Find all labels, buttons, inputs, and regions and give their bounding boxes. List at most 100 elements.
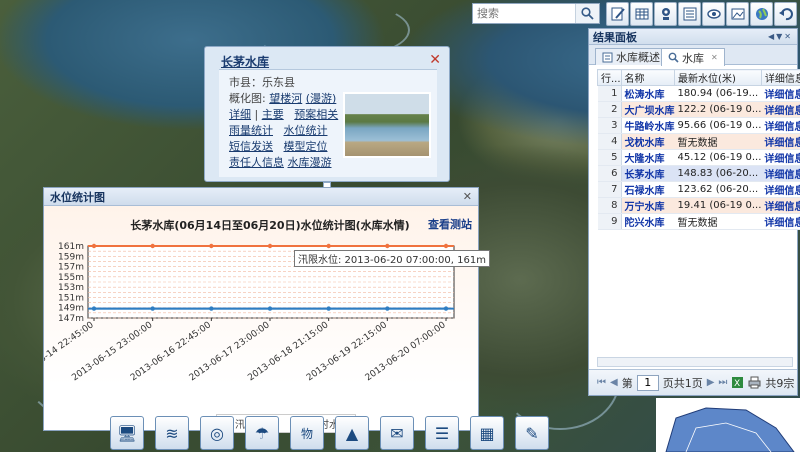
image-icon xyxy=(731,8,744,20)
view-site-link[interactable]: 查看测站 xyxy=(428,216,472,232)
table-row[interactable]: 6长茅水库148.83 (06-20...详细信息 xyxy=(597,165,800,182)
main-link[interactable]: 主要 xyxy=(262,108,284,121)
info-popup-title[interactable]: 长茅水库 xyxy=(221,53,269,70)
reservoir-name-cell[interactable]: 万宁水库 xyxy=(621,197,675,214)
back-button[interactable] xyxy=(774,2,797,26)
water-icon: ≋ xyxy=(165,423,179,443)
table-row[interactable]: 1松涛水库180.94 (06-19...详细信息 xyxy=(597,85,800,102)
gauge-dock-button[interactable]: ◎ xyxy=(200,416,234,450)
roam-link[interactable]: (漫游) xyxy=(306,92,337,105)
detail-link[interactable]: 详细信息 xyxy=(761,117,800,134)
overview-label: 概化图: xyxy=(229,92,266,105)
column-header[interactable]: 行... xyxy=(597,69,622,86)
table-row[interactable]: 8万宁水库19.41 (06-19 0...详细信息 xyxy=(597,197,800,214)
row-index-cell: 6 xyxy=(597,165,622,182)
close-icon[interactable]: ✕ xyxy=(784,32,793,41)
reservoir-roam-link[interactable]: 水库漫游 xyxy=(288,156,332,169)
table-row[interactable]: 2大广坝水库122.2 (06-19 0...详细信息 xyxy=(597,101,800,118)
map-toolbar xyxy=(606,2,797,26)
horizontal-scrollbar[interactable] xyxy=(597,357,793,367)
view-button[interactable] xyxy=(702,2,725,26)
row-index-cell: 8 xyxy=(597,197,622,214)
table-row[interactable]: 5大隆水库45.12 (06-19 0...详细信息 xyxy=(597,149,800,166)
detail-link[interactable]: 详细 xyxy=(229,108,251,121)
water-dock-button[interactable]: ≋ xyxy=(155,416,189,450)
detail-link[interactable]: 详细信息 xyxy=(761,165,800,182)
column-header[interactable]: 名称 xyxy=(620,69,676,86)
responsible-person-link[interactable]: 责任人信息 xyxy=(229,156,284,169)
image-button[interactable] xyxy=(726,2,749,26)
close-icon[interactable]: ✕ xyxy=(463,190,472,203)
photo-dock-button[interactable]: ▲ xyxy=(335,416,369,450)
detail-link[interactable]: 详细信息 xyxy=(761,101,800,118)
table-row[interactable]: 3牛路岭水库95.66 (06-19 0...详细信息 xyxy=(597,117,800,134)
detail-link[interactable]: 详细信息 xyxy=(761,149,800,166)
rain-dock-button[interactable]: ☂ xyxy=(245,416,279,450)
table-icon xyxy=(635,8,648,20)
sms-link[interactable]: 短信发送 xyxy=(229,140,273,153)
search-input[interactable] xyxy=(473,4,575,23)
detail-link[interactable]: 详细信息 xyxy=(761,213,800,230)
collapse-icon[interactable]: ◀ xyxy=(768,32,776,41)
model-locate-link[interactable]: 模型定位 xyxy=(284,140,328,153)
page-number-input[interactable] xyxy=(636,374,659,391)
reservoir-name-cell[interactable]: 牛路岭水库 xyxy=(621,117,675,134)
rain-icon: ☂ xyxy=(254,423,270,443)
reservoir-name-cell[interactable]: 大广坝水库 xyxy=(621,101,675,118)
reservoir-name-cell[interactable]: 陀兴水库 xyxy=(621,213,675,230)
plan-link[interactable]: 预案相关 xyxy=(294,108,338,121)
data-point xyxy=(385,243,390,249)
detail-link[interactable]: 详细信息 xyxy=(761,181,800,198)
first-page-icon[interactable]: ⏮ xyxy=(597,377,606,388)
print-icon[interactable] xyxy=(748,376,761,389)
next-page-icon[interactable]: ▶ xyxy=(707,377,715,388)
column-header[interactable]: 最新水位(米) xyxy=(674,69,762,86)
stack-dock-button[interactable]: ☰ xyxy=(425,416,459,450)
grid-dock-button[interactable]: ▦ xyxy=(470,416,504,450)
data-point xyxy=(209,243,214,249)
material-dock-button[interactable]: 物 xyxy=(290,416,324,450)
detail-link[interactable]: 详细信息 xyxy=(761,85,800,102)
tab-reservoir[interactable]: 水库 ✕ xyxy=(661,48,725,66)
reservoir-name-cell[interactable]: 大隆水库 xyxy=(621,149,675,166)
overview-minimap[interactable] xyxy=(656,398,800,452)
table-row[interactable]: 7石禄水库123.62 (06-20...详细信息 xyxy=(597,181,800,198)
function-dock: 🖥 ≋ ◎ ☂ 物 ▲ ✉ ☰ ▦ ✎ xyxy=(110,414,550,452)
search-button[interactable] xyxy=(575,4,599,23)
table-row[interactable]: 9陀兴水库暂无数据详细信息 xyxy=(597,213,800,230)
table-row[interactable]: 4戈枕水库暂无数据详细信息 xyxy=(597,133,800,150)
edit-button[interactable] xyxy=(606,2,629,26)
reservoir-name-cell[interactable]: 长茅水库 xyxy=(621,165,675,182)
pager-suffix: 页共1页 xyxy=(662,376,703,390)
list-button[interactable] xyxy=(678,2,701,26)
result-panel-header[interactable]: 结果面板 ◀▼✕ xyxy=(589,29,797,45)
reservoir-name-cell[interactable]: 石禄水库 xyxy=(621,181,675,198)
back-icon xyxy=(778,8,793,21)
excel-export-icon[interactable]: X xyxy=(731,376,744,389)
water-level-stats-link[interactable]: 水位统计 xyxy=(284,124,328,137)
result-panel-title: 结果面板 xyxy=(593,30,637,44)
result-tabs: 水库概述 ✕ 水库 ✕ xyxy=(589,45,797,66)
reservoir-name-cell[interactable]: 戈枕水库 xyxy=(621,133,675,150)
monitor-dock-button[interactable]: 🖥 xyxy=(110,416,144,450)
tab-close-icon[interactable]: ✕ xyxy=(711,53,718,62)
envelope-dock-button[interactable]: ✉ xyxy=(380,416,414,450)
detail-link[interactable]: 详细信息 xyxy=(761,197,800,214)
water-level-cell: 123.62 (06-20... xyxy=(674,181,762,198)
globe-button[interactable] xyxy=(750,2,773,26)
overview-link[interactable]: 望楼河 xyxy=(269,92,302,105)
report-dock-button[interactable]: ✎ xyxy=(515,416,549,450)
column-header[interactable]: 详细信息 xyxy=(760,69,800,86)
prev-page-icon[interactable]: ◀ xyxy=(610,377,618,388)
last-page-icon[interactable]: ⏭ xyxy=(718,377,727,388)
chart-window-header[interactable]: 水位统计图 ✕ xyxy=(44,188,478,206)
reservoir-name-cell[interactable]: 松涛水库 xyxy=(621,85,675,102)
close-icon[interactable]: ✕ xyxy=(429,52,441,68)
detail-link[interactable]: 详细信息 xyxy=(761,133,800,150)
pin-icon xyxy=(661,8,670,20)
table-button[interactable] xyxy=(630,2,653,26)
rainfall-stats-link[interactable]: 雨量统计 xyxy=(229,124,273,137)
links-row-3: 短信发送 模型定位 xyxy=(229,139,338,155)
report-icon: ✎ xyxy=(525,423,539,443)
locate-button[interactable] xyxy=(654,2,677,26)
